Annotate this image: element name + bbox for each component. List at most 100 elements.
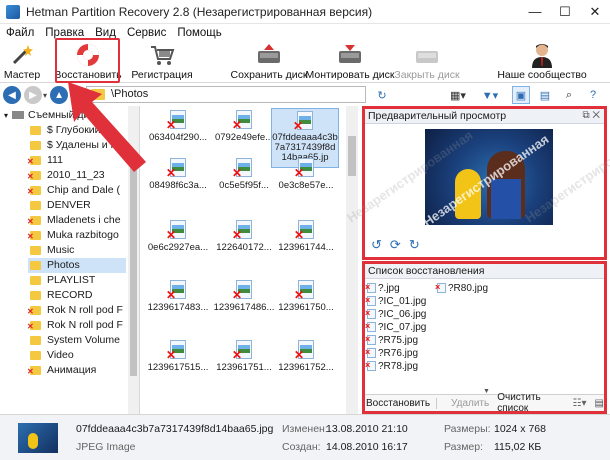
file-item[interactable]: ✕ 123961750... xyxy=(273,278,339,324)
file-item[interactable]: ✕ 0e3c8e57e... xyxy=(273,156,339,202)
delete-list-button[interactable]: Удалить xyxy=(451,398,489,409)
recovery-list-item[interactable]: ?.jpg xyxy=(365,282,400,294)
status-thumbnail xyxy=(18,423,58,453)
file-item[interactable]: ✕ 123961751... xyxy=(211,338,277,384)
rotate-left-icon[interactable]: ↺ xyxy=(371,237,382,253)
back-arrow-icon[interactable]: ◀ xyxy=(3,86,21,104)
clear-list-button[interactable]: Очистить список xyxy=(497,392,558,414)
tree-item[interactable]: RECORD xyxy=(30,288,93,303)
view-mode-icon[interactable]: ▦▾ xyxy=(446,86,470,104)
deleted-folder-icon: ✕ xyxy=(27,170,41,180)
tree-item[interactable]: ✕ Анимация xyxy=(27,363,96,378)
title-bar: Hetman Partition Recovery 2.8 (Незарегис… xyxy=(0,0,610,24)
recovery-list-title: Список восстановления xyxy=(368,265,485,277)
file-item[interactable]: ✕ 1239617483... xyxy=(145,278,211,324)
tree-item[interactable]: ✕ 111 xyxy=(27,153,63,168)
recovery-list-item[interactable]: ?IC_06.jpg xyxy=(365,308,426,320)
recovery-list-item[interactable]: ?R75.jpg xyxy=(365,334,419,346)
mount-disk-label: Монтировать диск xyxy=(305,69,395,81)
recovery-item-label: ?R75.jpg xyxy=(378,334,419,346)
file-item[interactable]: ✕ 122640172... xyxy=(211,218,277,264)
files-scrollbar[interactable] xyxy=(346,106,358,414)
recovery-list-icon[interactable]: ▤ xyxy=(536,86,554,104)
save-disk-icon xyxy=(255,42,283,68)
restore-list-button[interactable]: Восстановить xyxy=(366,397,438,409)
deleted-image-file-icon: ✕ xyxy=(232,110,255,131)
history-dropdown-icon[interactable]: ▾ xyxy=(43,91,47,100)
file-item[interactable]: ✕ 063404f290... xyxy=(145,108,211,154)
close-disk-icon xyxy=(413,42,441,68)
tree-item-label: RECORD xyxy=(47,289,93,302)
tree-item[interactable]: ✕ Rok N roll pod F xyxy=(27,303,123,318)
folder-icon xyxy=(30,140,41,150)
tree-item-selected[interactable]: Photos xyxy=(28,258,126,273)
file-item[interactable]: ✕ 0e6c2927ea... xyxy=(145,218,211,264)
forward-arrow-icon[interactable]: ▶ xyxy=(24,86,42,104)
go-icon[interactable]: ↻ xyxy=(374,86,390,104)
community-button[interactable]: Наше сообщество xyxy=(497,41,587,83)
tree-item[interactable]: ✕ Chip and Dale ( xyxy=(27,183,120,198)
files-scroll-thumb[interactable] xyxy=(348,136,356,176)
folder-icon xyxy=(30,335,41,345)
close-disk-button[interactable]: Закрыть диск xyxy=(394,41,460,83)
file-item[interactable]: ✕ 123961744... xyxy=(273,218,339,264)
tree-item-label: Rok N roll pod F xyxy=(47,319,123,332)
menu-edit[interactable]: Правка xyxy=(45,27,84,39)
menu-file[interactable]: Файл xyxy=(6,27,34,39)
recovery-list-item[interactable]: ?IC_07.jpg xyxy=(365,321,426,333)
tree-item[interactable]: System Volume xyxy=(30,333,120,348)
tree-item[interactable]: ✕ Mladenets i che xyxy=(27,213,121,228)
wizard-button[interactable]: Мастер xyxy=(2,41,42,83)
menu-view[interactable]: Вид xyxy=(95,27,116,39)
search-icon[interactable]: ⌕ xyxy=(560,86,578,104)
tree-item[interactable]: ✕ Rok N roll pod F xyxy=(27,318,123,333)
file-item[interactable]: ✕ 08498f6c3a... xyxy=(145,156,211,202)
expand-chevron-icon[interactable]: ▾ xyxy=(4,111,8,120)
tree-item[interactable]: DENVER xyxy=(30,198,91,213)
file-item[interactable]: ✕ 1239617486... xyxy=(211,278,277,324)
menu-service[interactable]: Сервис xyxy=(127,27,166,39)
wizard-label: Мастер xyxy=(3,69,41,81)
deleted-file-icon xyxy=(365,308,376,319)
refresh-icon[interactable]: ⟳ xyxy=(390,237,401,253)
register-button[interactable]: Регистрация xyxy=(131,41,193,83)
mount-disk-button[interactable]: Монтировать диск xyxy=(306,41,394,83)
folder-icon xyxy=(30,200,41,210)
deleted-image-file-icon: ✕ xyxy=(166,110,189,131)
panel-pin-close-icons[interactable]: ⧉ ✕ xyxy=(582,109,600,123)
red-arrow-annotation xyxy=(68,82,146,172)
tree-item[interactable]: ✕ Muka razbitogo xyxy=(27,228,119,243)
deleted-file-icon xyxy=(365,295,376,306)
recovery-list-item[interactable]: ?R78.jpg xyxy=(365,360,418,372)
deleted-folder-icon: ✕ xyxy=(27,365,41,375)
deleted-folder-icon: ✕ xyxy=(27,215,41,225)
help-icon[interactable]: ? xyxy=(584,86,602,104)
recovery-list-item[interactable]: ?IC_01.jpg xyxy=(365,295,426,307)
tree-item[interactable]: Music xyxy=(30,243,74,258)
maximize-button[interactable]: ☐ xyxy=(550,0,580,24)
menu-help[interactable]: Помощь xyxy=(177,27,221,39)
list-settings-icon[interactable]: ▤ xyxy=(595,398,604,409)
file-item[interactable]: ✕ 1239617515... xyxy=(145,338,211,384)
minimize-button[interactable]: — xyxy=(520,0,550,24)
tree-item[interactable]: PLAYLIST xyxy=(30,273,95,288)
person-icon xyxy=(528,42,556,68)
recovery-list-item[interactable]: ?R76.jpg xyxy=(365,347,418,359)
deleted-file-icon xyxy=(365,347,376,358)
list-view-icon[interactable]: ☷▾ xyxy=(573,398,587,409)
close-button[interactable]: ✕ xyxy=(580,0,610,24)
preview-pane-icon[interactable]: ▣ xyxy=(512,86,530,104)
folder-icon xyxy=(30,290,41,300)
recovery-list-item[interactable]: ?R80.jpg xyxy=(435,282,489,294)
rotate-right-icon[interactable]: ↻ xyxy=(409,237,420,253)
file-item[interactable]: ✕ 0c5e5f95f... xyxy=(211,156,277,202)
save-disk-button[interactable]: Сохранить диск xyxy=(231,41,307,83)
deleted-folder-icon: ✕ xyxy=(27,305,41,315)
file-item[interactable]: ✕ 123961752... xyxy=(273,338,339,384)
deleted-image-file-icon: ✕ xyxy=(232,220,255,241)
tree-item[interactable]: Video xyxy=(30,348,74,363)
tree-scroll-thumb[interactable] xyxy=(130,166,137,376)
filter-icon[interactable]: ▼▾ xyxy=(478,86,502,104)
file-item[interactable]: ✕ 0792e49efe... xyxy=(211,108,277,154)
recovery-item-label: ?R80.jpg xyxy=(448,282,489,294)
